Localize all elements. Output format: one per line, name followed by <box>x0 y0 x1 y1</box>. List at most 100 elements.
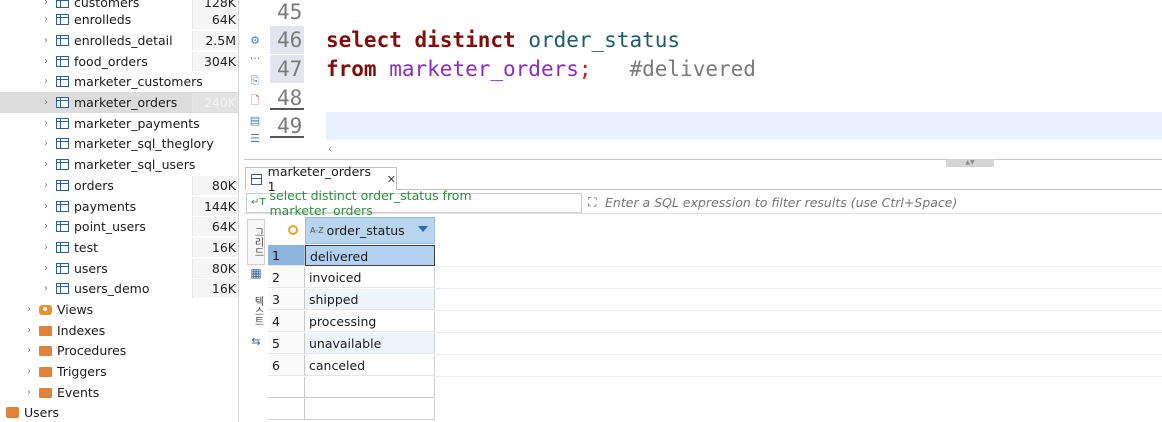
row-number[interactable]: 3 <box>268 289 305 310</box>
table-icon <box>56 35 69 46</box>
lock-file-icon[interactable]: 🗋 <box>248 94 262 108</box>
tree-folder-triggers[interactable]: › Triggers <box>0 361 238 382</box>
tree-item-food-orders[interactable]: › food_orders 304K <box>0 51 238 72</box>
record-view-icon[interactable]: ⇆ <box>247 335 265 348</box>
tree-item-enrolleds-detail[interactable]: › enrolleds_detail 2.5M <box>0 30 238 51</box>
chevron-right-icon[interactable]: › <box>40 221 52 232</box>
table-cell[interactable]: shipped <box>305 289 435 310</box>
row-divider <box>435 354 1162 355</box>
row-number[interactable]: 5 <box>268 333 305 354</box>
tree-item-marketer-payments[interactable]: › marketer_payments <box>0 113 238 134</box>
filter-expand-icon[interactable]: ⛶ <box>588 195 602 210</box>
line-number-gutter: 45 46 47 48 49 <box>270 0 310 150</box>
chevron-right-icon[interactable]: › <box>40 76 52 87</box>
tree-item-marketer-sql-theglory[interactable]: › marketer_sql_theglory <box>0 133 238 154</box>
table-cell[interactable]: invoiced <box>305 267 435 288</box>
chevron-right-icon[interactable]: › <box>23 387 35 398</box>
chevron-right-icon[interactable]: › <box>40 263 52 274</box>
table-icon <box>56 283 69 294</box>
table-icon <box>56 97 69 108</box>
chevron-right-icon[interactable]: › <box>40 180 52 191</box>
table-cell[interactable]: delivered <box>305 245 435 266</box>
tree-item-payments[interactable]: › payments 144K <box>0 196 238 217</box>
row-number-header[interactable] <box>268 217 305 244</box>
chevron-right-icon[interactable]: › <box>40 56 52 67</box>
chevron-right-icon[interactable]: › <box>40 159 52 170</box>
results-grid: A-Z order_status 1 delivered 2 invoiced … <box>268 217 1162 422</box>
folder-icon <box>39 387 52 398</box>
line-number: 45 <box>277 0 303 24</box>
table-icon <box>56 76 69 87</box>
close-icon[interactable]: ✕ <box>387 173 396 186</box>
tree-item-marketer-customers[interactable]: › marketer_customers <box>0 71 238 92</box>
tree-folder-users[interactable]: Users <box>0 402 238 422</box>
row-divider <box>435 288 1162 289</box>
table-cell[interactable]: canceled <box>305 355 435 376</box>
sql-editor[interactable]: select distinct order_status from market… <box>326 0 1162 150</box>
results-filter-bar: ↵T select distinct order_status from mar… <box>244 188 1162 218</box>
folder-icon <box>39 325 52 336</box>
outline-icon[interactable]: ☰ <box>248 132 262 146</box>
tree-item-test[interactable]: › test 16K <box>0 237 238 258</box>
chevron-right-icon[interactable]: › <box>40 35 52 46</box>
chevron-right-icon[interactable]: › <box>40 283 52 294</box>
chevron-right-icon[interactable]: › <box>23 304 35 315</box>
table-icon <box>56 180 69 191</box>
column-header-order-status[interactable]: A-Z order_status <box>305 217 435 244</box>
tree-item-marketer-sql-users[interactable]: › marketer_sql_users <box>0 154 238 175</box>
select-all-icon[interactable] <box>288 225 298 235</box>
chevron-right-icon[interactable]: › <box>40 14 52 25</box>
row-divider <box>435 376 1162 377</box>
query-text-box[interactable]: ↵T select distinct order_status from mar… <box>246 188 583 218</box>
tree-item-point-users[interactable]: › point_users 64K <box>0 216 238 237</box>
grid-table-icon <box>251 173 262 185</box>
tree-folder-events[interactable]: › Events <box>0 382 238 403</box>
chevron-right-icon[interactable]: › <box>40 242 52 253</box>
chevron-right-icon[interactable]: › <box>23 366 35 377</box>
row-number[interactable]: 1 <box>268 245 305 266</box>
panel-divider[interactable] <box>244 159 1162 165</box>
tree-item-users[interactable]: › users 80K <box>0 258 238 279</box>
chevron-right-icon[interactable]: › <box>23 345 35 356</box>
grid-view-button[interactable]: 그리드 <box>247 219 265 265</box>
text-view-button[interactable]: 텍스트 <box>247 289 265 333</box>
table-icon <box>56 14 69 25</box>
row-number[interactable]: 2 <box>268 267 305 288</box>
tree-item-enrolleds[interactable]: › enrolleds 64K <box>0 9 238 30</box>
editor-gutter-toolbar: ⚙ ··· ⎘ 🗋 ▤ ☰ <box>244 30 266 150</box>
table-icon <box>56 0 69 8</box>
chevron-right-icon[interactable]: › <box>40 138 52 149</box>
tree-folder-views[interactable]: › Views <box>0 299 238 320</box>
tree-folder-indexes[interactable]: › Indexes <box>0 320 238 341</box>
tree-item-orders[interactable]: › orders 80K <box>0 175 238 196</box>
execute-script-icon[interactable]: ⎘ <box>248 74 262 88</box>
grid-icon[interactable]: ▦ <box>247 266 265 280</box>
table-cell[interactable]: processing <box>305 311 435 332</box>
table-icon <box>56 221 69 232</box>
gear-icon[interactable]: ⚙ <box>248 34 262 48</box>
chevron-right-icon[interactable]: › <box>40 118 52 129</box>
empty-row <box>268 377 435 398</box>
filter-expression-input[interactable] <box>605 195 1162 210</box>
row-number[interactable]: 6 <box>268 355 305 376</box>
results-view-toolbar: 그리드 ▦ 텍스트 ⇆ <box>245 217 267 357</box>
chevron-right-icon[interactable]: › <box>40 201 52 212</box>
table-icon <box>56 138 69 149</box>
more-icon[interactable]: ··· <box>248 52 262 66</box>
chevron-right-icon[interactable]: › <box>23 325 35 336</box>
row-number[interactable]: 4 <box>268 311 305 332</box>
format-icon[interactable]: ▤ <box>248 114 262 128</box>
chevron-right-icon[interactable]: › <box>40 0 52 8</box>
line-number: 48 <box>270 84 304 110</box>
sort-desc-icon[interactable] <box>418 226 428 232</box>
panel-collapse-handle[interactable]: ▲▼ <box>946 159 994 167</box>
tree-item-marketer-orders[interactable]: › marketer_orders 240K <box>0 92 238 113</box>
scroll-left-icon[interactable]: ‹ <box>328 144 332 155</box>
chevron-right-icon[interactable]: › <box>40 97 52 108</box>
table-icon <box>56 56 69 67</box>
tree-folder-procedures[interactable]: › Procedures <box>0 340 238 361</box>
code-line: from marketer_orders; #delivered <box>326 57 756 81</box>
table-cell[interactable]: unavailable <box>305 333 435 354</box>
table-icon <box>56 159 69 170</box>
tree-item-users-demo[interactable]: › users_demo 16K <box>0 278 238 299</box>
